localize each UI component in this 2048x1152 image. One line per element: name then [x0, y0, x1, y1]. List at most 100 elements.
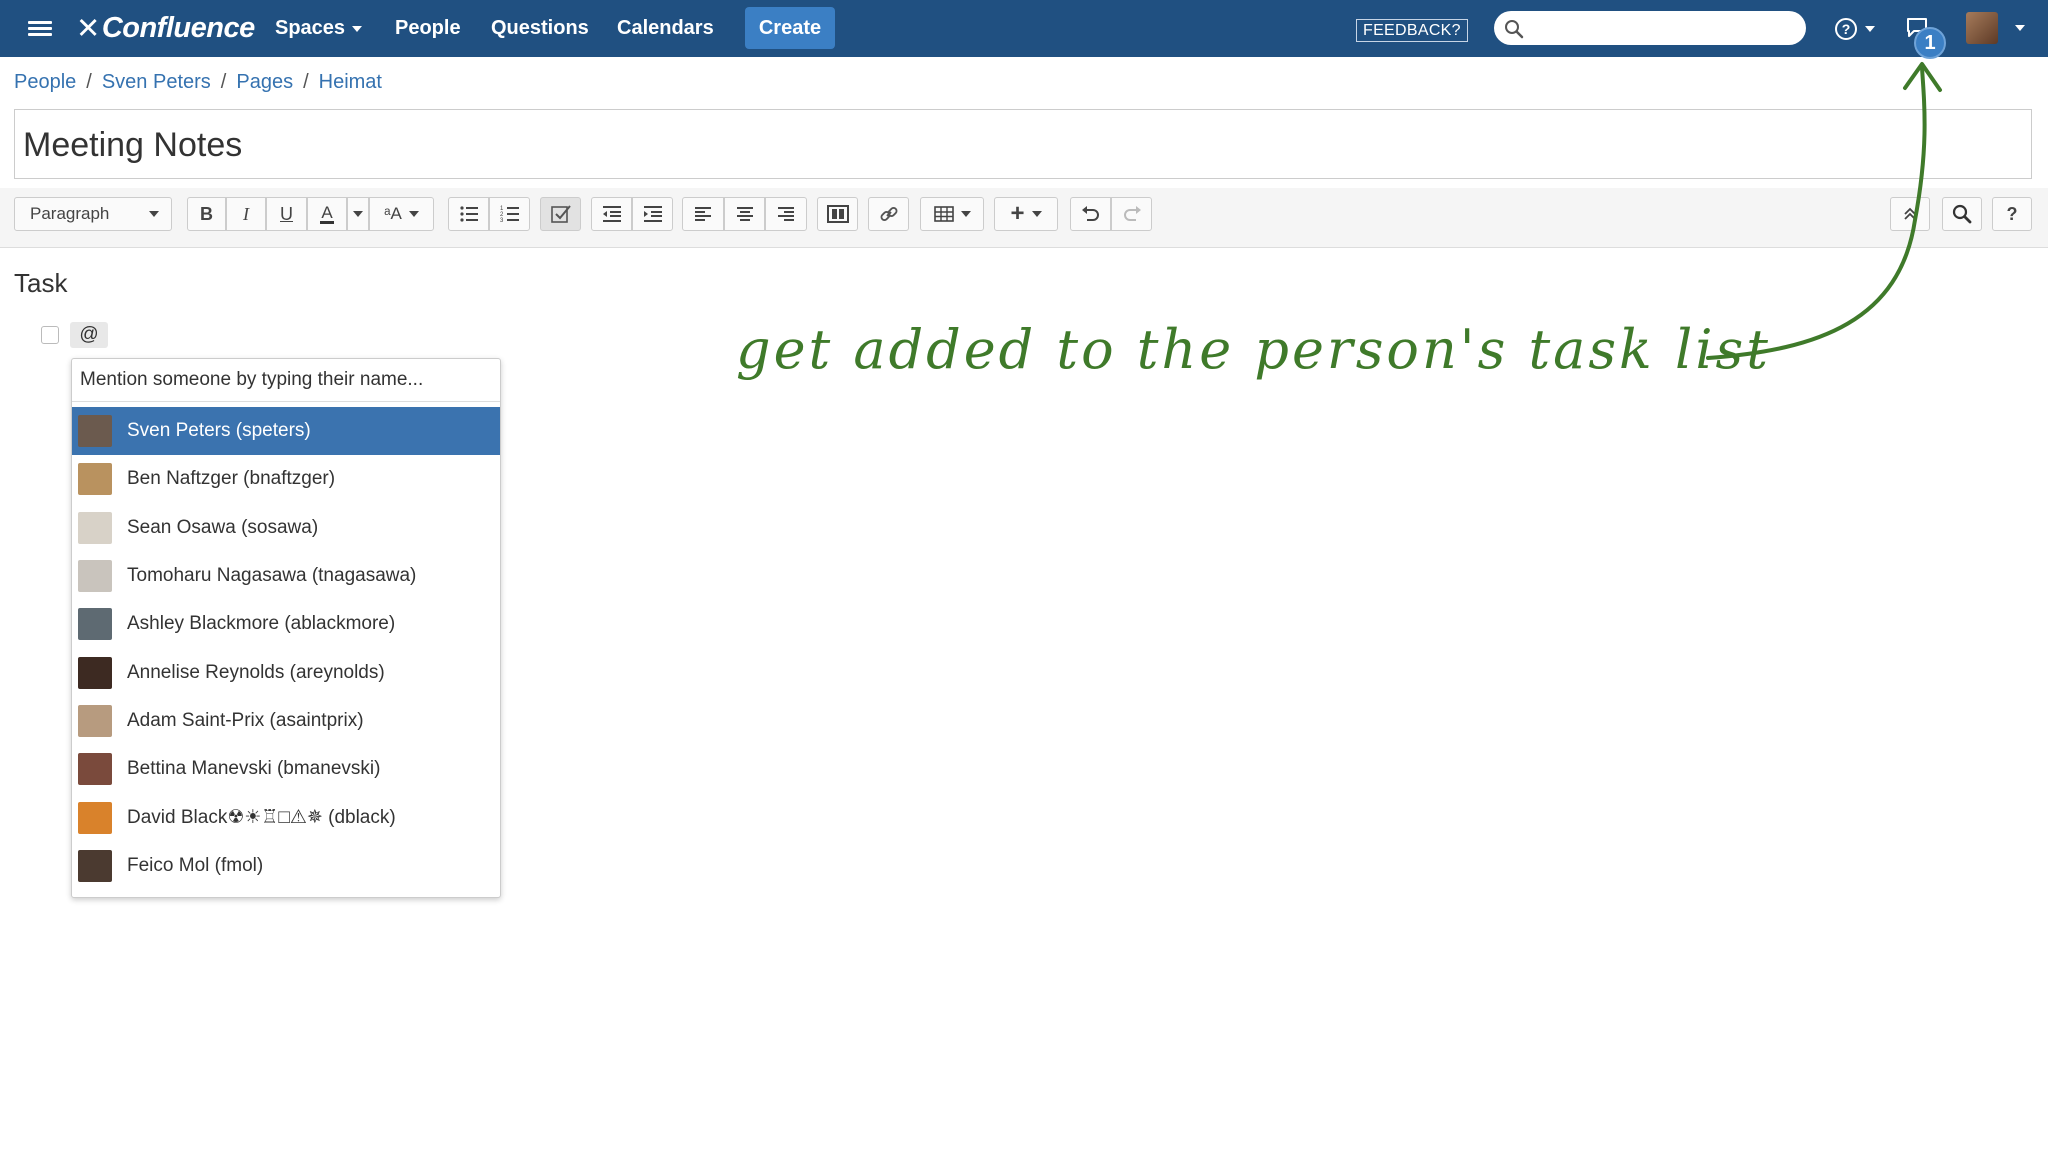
breadcrumb-pages[interactable]: Pages — [236, 71, 293, 94]
mention-user-name: Annelise Reynolds (areynolds) — [127, 661, 385, 683]
nav-people[interactable]: People — [395, 0, 461, 57]
mention-user-list: Sven Peters (speters) Ben Naftzger (bnaft… — [72, 407, 500, 890]
mention-user-item[interactable]: Feico Mol (fmol) — [72, 842, 500, 890]
align-left-button[interactable] — [682, 197, 724, 231]
align-right-button[interactable] — [765, 197, 807, 231]
mention-user-name: Sean Osawa (sosawa) — [127, 516, 319, 538]
text-color-dropdown[interactable] — [347, 197, 369, 231]
chevron-down-icon — [1865, 26, 1875, 32]
breadcrumb-people[interactable]: People — [14, 71, 76, 94]
outdent-button[interactable] — [591, 197, 632, 231]
link-button[interactable] — [868, 197, 909, 231]
align-right-icon — [778, 207, 794, 221]
text-color-button[interactable]: A — [307, 197, 347, 231]
user-avatar — [78, 849, 112, 882]
user-avatar — [78, 656, 112, 689]
search-box[interactable] — [1494, 11, 1806, 45]
align-center-icon — [736, 207, 753, 221]
search-icon — [1504, 19, 1524, 39]
bold-button[interactable]: B — [187, 197, 226, 231]
annotation-arrow — [1706, 62, 1942, 360]
bullet-list-icon — [459, 206, 478, 222]
feedback-button[interactable]: FEEDBACK? — [1356, 19, 1468, 42]
page-layout-button[interactable] — [817, 197, 858, 231]
paragraph-format-select[interactable]: Paragraph — [14, 197, 172, 231]
confluence-logo[interactable]: ✕ Confluence — [76, 0, 255, 57]
more-formatting-button[interactable]: ᵃA — [369, 197, 434, 231]
search-input[interactable] — [1530, 11, 1796, 45]
indent-button[interactable] — [632, 197, 673, 231]
redo-button[interactable] — [1111, 197, 1152, 231]
insert-button[interactable]: + — [994, 197, 1058, 231]
mention-user-item[interactable]: Bettina Manevski (bmanevski) — [72, 745, 500, 793]
bold-icon: B — [200, 203, 213, 224]
mention-user-name: Sven Peters (speters) — [127, 420, 311, 442]
mention-trigger[interactable]: @ — [70, 322, 108, 348]
numbered-list-button[interactable]: 123 — [489, 197, 530, 231]
page-layout-icon — [826, 205, 849, 223]
redo-icon — [1123, 206, 1141, 221]
italic-button[interactable]: I — [226, 197, 266, 231]
mention-user-name: Tomoharu Nagasawa (tnagasawa) — [127, 565, 417, 587]
mention-user-item[interactable]: Ashley Blackmore (ablackmore) — [72, 600, 500, 648]
user-avatar[interactable] — [1966, 12, 1998, 44]
user-avatar — [78, 753, 112, 786]
top-navigation-bar: ✕ Confluence Spaces People Questions Cale… — [0, 0, 2048, 57]
create-button[interactable]: Create — [745, 7, 835, 49]
confluence-logo-icon: ✕ — [76, 13, 100, 45]
mention-user-item[interactable]: David Black☢☀♖□⚠✵ (dblack) — [72, 793, 500, 841]
task-heading: Task — [14, 268, 68, 298]
mention-user-name: David Black☢☀♖□⚠✵ (dblack) — [127, 807, 396, 829]
breadcrumb-separator: / — [86, 70, 92, 93]
mention-user-name: Ashley Blackmore (ablackmore) — [127, 613, 396, 635]
task-checkbox[interactable] — [41, 326, 59, 344]
breadcrumb-heimat[interactable]: Heimat — [319, 71, 382, 94]
breadcrumb-sven-peters[interactable]: Sven Peters — [102, 71, 211, 94]
user-avatar — [78, 511, 112, 544]
mention-user-item[interactable]: Tomoharu Nagasawa (tnagasawa) — [72, 552, 500, 600]
underline-icon: U — [280, 203, 293, 224]
table-button[interactable] — [920, 197, 984, 231]
nav-people-label: People — [395, 17, 461, 39]
mention-user-item[interactable]: Sean Osawa (sosawa) — [72, 504, 500, 552]
mention-user-item[interactable]: Annelise Reynolds (areynolds) — [72, 648, 500, 696]
svg-text:?: ? — [1842, 21, 1851, 37]
bullet-list-button[interactable] — [448, 197, 489, 231]
mention-dropdown: Mention someone by typing their name... … — [71, 358, 501, 898]
user-avatar — [78, 608, 112, 641]
mention-user-item[interactable]: Adam Saint-Prix (asaintprix) — [72, 697, 500, 745]
mention-user-name: Ben Naftzger (bnaftzger) — [127, 468, 336, 490]
user-avatar — [78, 560, 112, 593]
svg-text:3: 3 — [500, 218, 504, 223]
mention-hint: Mention someone by typing their name... — [72, 359, 500, 402]
task-list-button[interactable] — [540, 197, 581, 231]
more-formatting-icon: ᵃA — [384, 204, 402, 223]
mention-user-name: Feico Mol (fmol) — [127, 854, 264, 876]
outdent-icon — [602, 206, 621, 222]
chevron-down-icon — [408, 211, 419, 217]
text-color-icon: A — [320, 203, 334, 224]
mention-user-name: Bettina Manevski (bmanevski) — [127, 758, 381, 780]
user-avatar — [78, 463, 112, 496]
nav-questions[interactable]: Questions — [491, 0, 589, 57]
menu-icon[interactable] — [22, 0, 58, 57]
breadcrumb: People / Sven Peters / Pages / Heimat — [14, 70, 382, 94]
chevron-down-icon — [352, 25, 363, 32]
mention-user-item[interactable]: Sven Peters (speters) — [72, 407, 500, 456]
svg-text:A: A — [321, 203, 333, 222]
nav-calendars[interactable]: Calendars — [617, 0, 714, 57]
handwritten-annotation: get added to the person's task list — [736, 318, 1771, 381]
nav-spaces[interactable]: Spaces — [275, 0, 363, 57]
align-center-button[interactable] — [724, 197, 765, 231]
chevron-down-icon — [1031, 211, 1042, 217]
indent-icon — [643, 206, 662, 222]
undo-button[interactable] — [1070, 197, 1111, 231]
chevron-down-icon[interactable] — [2015, 25, 2025, 31]
undo-icon — [1081, 206, 1099, 221]
underline-button[interactable]: U — [266, 197, 307, 231]
page-title: Meeting Notes — [23, 125, 243, 164]
mention-user-item[interactable]: Ben Naftzger (bnaftzger) — [72, 455, 500, 503]
italic-icon: I — [243, 203, 249, 224]
help-menu[interactable]: ? — [1834, 15, 1878, 43]
editor-help-button[interactable]: ? — [1992, 197, 2032, 231]
